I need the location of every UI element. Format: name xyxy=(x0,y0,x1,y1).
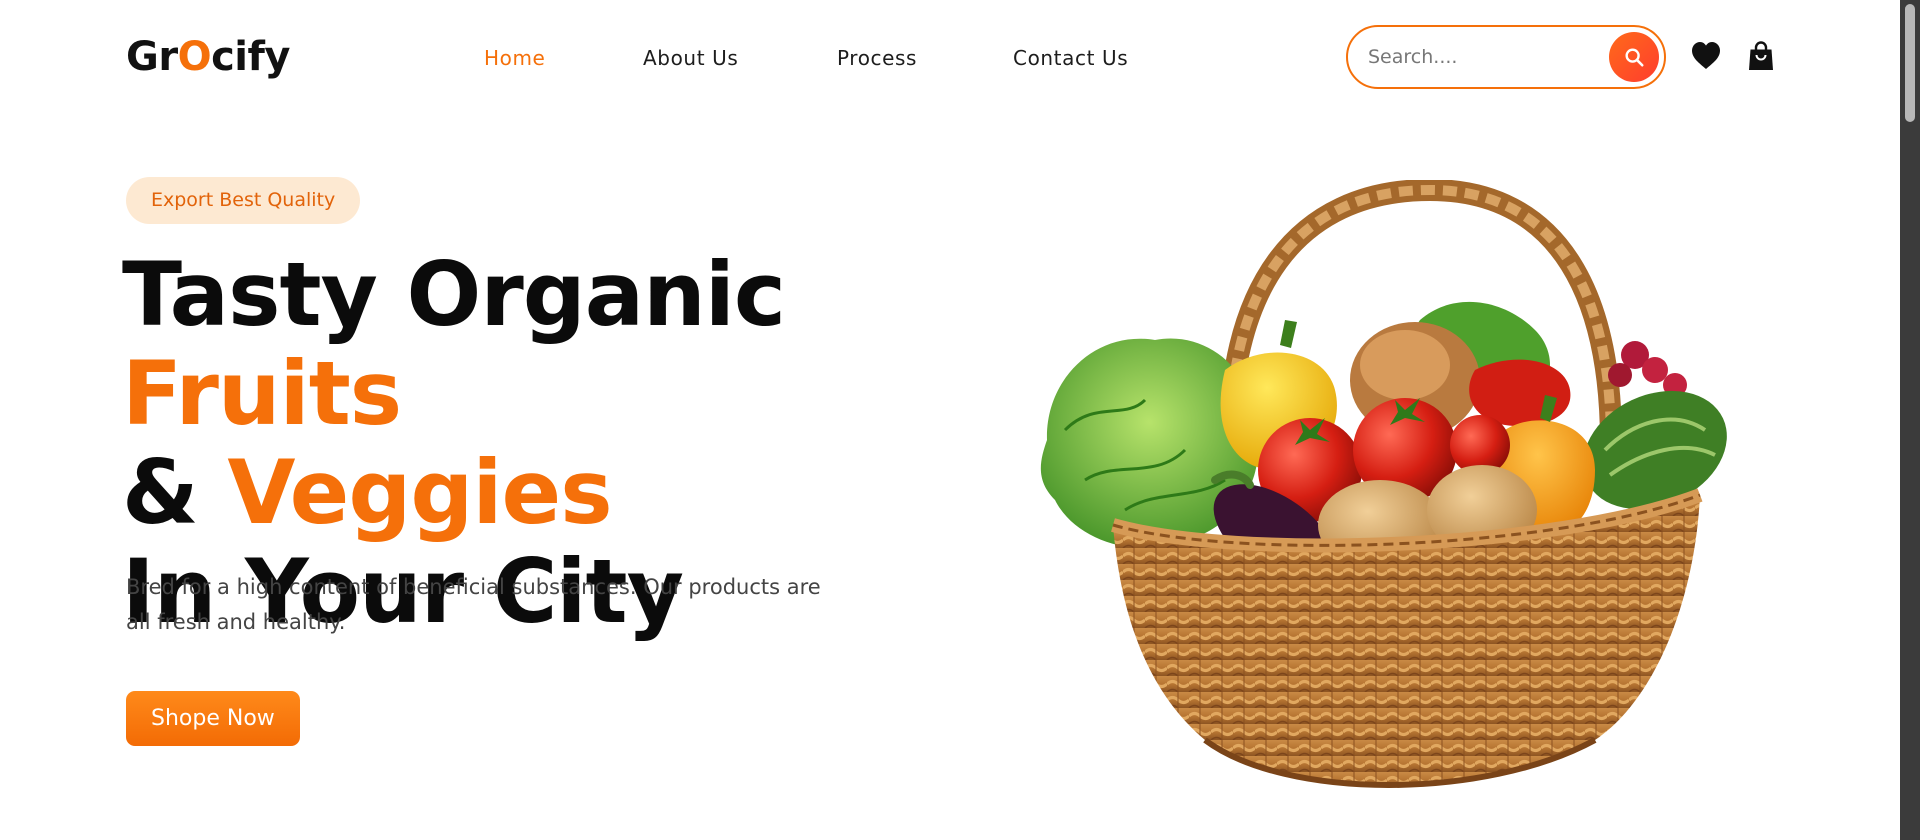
search-input[interactable] xyxy=(1368,43,1588,71)
nav-link-process[interactable]: Process xyxy=(837,46,917,70)
headline-fruits-highlight: Fruits xyxy=(122,342,402,445)
vegetable-basket-image xyxy=(1040,180,1727,788)
quality-badge: Export Best Quality xyxy=(126,177,361,224)
heart-icon[interactable] xyxy=(1690,40,1722,72)
headline-line2-text: & xyxy=(122,441,228,544)
brand-logo[interactable]: GrOcify xyxy=(126,34,290,80)
logo-text-accent: O xyxy=(177,34,212,80)
search-button[interactable] xyxy=(1609,32,1659,82)
hero-description: Bred for a high content of beneficial su… xyxy=(126,575,821,634)
nav-link-about-us[interactable]: About Us xyxy=(643,46,738,70)
headline-line1-text: Tasty Organic xyxy=(122,243,786,346)
search-box xyxy=(1346,25,1666,89)
page-scrollbar[interactable] xyxy=(1900,0,1920,840)
logo-text-prefix: Gr xyxy=(126,34,178,80)
scrollbar-thumb[interactable] xyxy=(1905,4,1915,122)
shopping-bag-icon[interactable] xyxy=(1748,40,1774,72)
nav-link-contact-us[interactable]: Contact Us xyxy=(1013,46,1128,70)
headline-veggies-highlight: Veggies xyxy=(227,441,612,544)
search-icon xyxy=(1625,48,1644,67)
nav-link-home[interactable]: Home xyxy=(484,46,545,70)
logo-text-suffix: cify xyxy=(211,34,290,80)
shop-now-button[interactable]: Shope Now xyxy=(126,691,300,746)
site-header: GrOcify Home About Us Process Contact Us xyxy=(0,0,1900,116)
